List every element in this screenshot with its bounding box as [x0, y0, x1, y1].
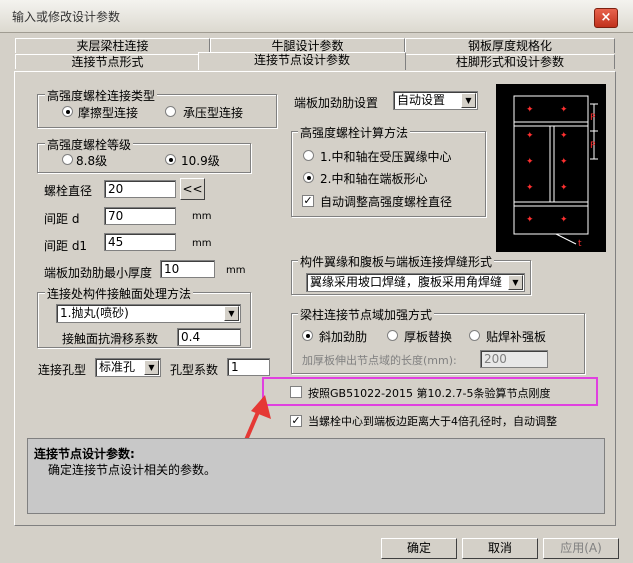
radio-neutral-centroid[interactable] — [303, 172, 314, 183]
surface-legend: 连接处构件接触面处理方法 — [45, 285, 194, 302]
bolt-diameter-button[interactable]: << — [180, 178, 205, 200]
stiffener-thickness-label: 端板加劲肋最小厚度 — [44, 266, 153, 280]
weld-legend: 构件翼缘和腹板与端板连接焊缝形式 — [298, 253, 495, 270]
apply-button[interactable]: 应用(A) — [543, 538, 619, 559]
surface-method-select[interactable]: 1.抛丸(喷砂) ▼ — [56, 304, 241, 323]
radio-friction[interactable] — [62, 106, 73, 117]
close-icon: × — [600, 10, 612, 25]
auto-adjust-edge-label: 当螺栓中心到端板边距离大于4倍孔径时，自动调整 — [308, 415, 557, 428]
bolt-grade-legend: 高强度螺栓等级 — [45, 136, 134, 153]
cancel-button[interactable]: 取消 — [462, 538, 538, 559]
bolt-type-legend: 高强度螺栓连接类型 — [45, 87, 158, 104]
svg-text:✦: ✦ — [560, 215, 568, 225]
bolt-diameter-label: 螺栓直径 — [44, 184, 93, 198]
extend-length-label: 加厚板伸出节点域的长度(mm): — [302, 354, 457, 367]
stiffener-thickness-input[interactable]: 10 — [160, 260, 215, 278]
radio-neutral-compression-label: 1.中和轴在受压翼缘中心 — [320, 150, 452, 164]
radio-diagonal-stiffener[interactable] — [302, 330, 313, 341]
svg-text:✦: ✦ — [526, 157, 534, 167]
spacing-d-unit: mm — [192, 211, 212, 222]
svg-text:✦: ✦ — [526, 131, 534, 141]
extend-length-input[interactable]: 200 — [480, 350, 548, 368]
spacing-d1-input[interactable]: 45 — [104, 233, 176, 251]
radio-grade-109[interactable] — [165, 154, 176, 165]
auto-adjust-label: 自动调整高强度螺栓直径 — [320, 195, 453, 209]
weld-select[interactable]: 翼缘采用坡口焊缝，腹板采用角焊缝 ▼ — [306, 273, 525, 292]
radio-doubler-plate-label: 贴焊补强板 — [486, 330, 547, 344]
tab-plate-spec[interactable]: 钢板厚度规格化 — [405, 38, 615, 53]
spacing-d-label: 间距 d — [44, 212, 80, 226]
endplate-diagram: ✦ ✦ ✦ ✦ ✦ ✦ ✦ ✦ ✦ ✦ P P t — [496, 84, 606, 252]
radio-friction-label: 摩擦型连接 — [78, 106, 139, 120]
hole-type-select[interactable]: 标准孔 ▼ — [95, 358, 161, 377]
check-stiffness-label: 按照GB51022-2015 第10.2.7-5条验算节点刚度 — [308, 387, 551, 400]
svg-text:✦: ✦ — [560, 105, 568, 115]
joint-reinforce-legend: 梁柱连接节点域加强方式 — [298, 306, 435, 323]
slip-coef-input[interactable]: 0.4 — [177, 328, 241, 346]
endplate-diagram-svg: ✦ ✦ ✦ ✦ ✦ ✦ ✦ ✦ ✦ ✦ P P t — [513, 95, 598, 249]
radio-grade-88-label: 8.8级 — [76, 154, 108, 168]
svg-text:✦: ✦ — [560, 157, 568, 167]
chevron-down-icon: ▼ — [461, 93, 476, 108]
bolt-diameter-input[interactable]: 20 — [104, 180, 176, 198]
radio-neutral-centroid-label: 2.中和轴在端板形心 — [320, 172, 428, 186]
svg-text:✦: ✦ — [560, 131, 568, 141]
tab-joint-form[interactable]: 连接节点形式 — [15, 54, 200, 69]
tab-mezzanine[interactable]: 夹层梁柱连接 — [15, 38, 210, 53]
close-button[interactable]: × — [594, 8, 618, 28]
help-title: 连接节点设计参数: — [34, 447, 135, 461]
ok-button[interactable]: 确定 — [381, 538, 457, 559]
chevron-down-icon: ▼ — [224, 306, 239, 321]
chevron-down-icon: ▼ — [508, 275, 523, 290]
hole-coef-label: 孔型系数 — [170, 363, 219, 377]
radio-thick-plate[interactable] — [387, 330, 398, 341]
title-bar: 输入或修改设计参数 × — [0, 0, 633, 33]
endplate-stiffener-label: 端板加劲肋设置 — [294, 96, 379, 110]
radio-neutral-compression[interactable] — [303, 150, 314, 161]
endplate-stiffener-select[interactable]: 自动设置 ▼ — [393, 91, 478, 110]
tab-bracket[interactable]: 牛腿设计参数 — [210, 38, 405, 53]
hole-coef-input[interactable]: 1 — [227, 358, 270, 376]
help-panel: 连接节点设计参数: 确定连接节点设计相关的参数。 — [27, 438, 605, 514]
radio-bearing[interactable] — [165, 106, 176, 117]
auto-adjust-edge-checkbox[interactable]: ✓ — [290, 415, 302, 427]
window-title: 输入或修改设计参数 — [12, 10, 121, 24]
radio-diagonal-stiffener-label: 斜加劲肋 — [319, 330, 368, 344]
radio-grade-88[interactable] — [62, 154, 73, 165]
spacing-d-input[interactable]: 70 — [104, 207, 176, 225]
bolt-marks: ✦ ✦ ✦ ✦ ✦ ✦ ✦ ✦ ✦ ✦ — [526, 105, 568, 225]
diagram-label-p1: P — [590, 113, 596, 123]
radio-doubler-plate[interactable] — [469, 330, 480, 341]
slip-coef-label: 接触面抗滑移系数 — [62, 332, 159, 346]
tab-column-base[interactable]: 柱脚形式和设计参数 — [405, 54, 615, 69]
radio-grade-109-label: 10.9级 — [181, 154, 220, 168]
spacing-d1-unit: mm — [192, 238, 212, 249]
bolt-calc-legend: 高强度螺栓计算方法 — [298, 124, 411, 141]
diagram-label-t: t — [578, 239, 582, 249]
svg-text:✦: ✦ — [560, 183, 568, 193]
stiffener-thickness-unit: mm — [226, 265, 246, 276]
svg-text:✦: ✦ — [526, 183, 534, 193]
tab-joint-params[interactable]: 连接节点设计参数 — [198, 52, 406, 70]
spacing-d1-label: 间距 d1 — [44, 239, 88, 253]
svg-text:✦: ✦ — [526, 215, 534, 225]
radio-bearing-label: 承压型连接 — [183, 106, 244, 120]
check-stiffness-checkbox[interactable] — [290, 386, 302, 398]
chevron-down-icon: ▼ — [144, 360, 159, 375]
help-text: 确定连接节点设计相关的参数。 — [48, 463, 217, 477]
auto-adjust-checkbox[interactable]: ✓ — [302, 195, 314, 207]
svg-text:✦: ✦ — [526, 105, 534, 115]
diagram-label-p2: P — [590, 141, 596, 151]
hole-type-label: 连接孔型 — [38, 363, 87, 377]
radio-thick-plate-label: 厚板替换 — [404, 330, 453, 344]
